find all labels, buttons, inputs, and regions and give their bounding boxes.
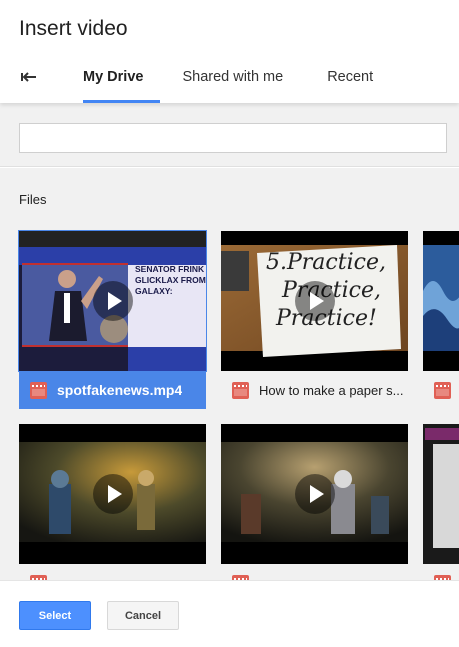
dialog-footer: Select Cancel xyxy=(0,580,459,647)
file-tile-lego-1[interactable] xyxy=(19,424,206,580)
file-tile-spotfakenews[interactable]: SENATOR FRINK GLICKLAX FROM GALAXY: spot… xyxy=(18,230,207,409)
tab-bar: My Drive Shared with me Recent xyxy=(66,58,390,103)
news-headline-text: SENATOR FRINK GLICKLAX FROM GALAXY: xyxy=(135,264,206,296)
video-thumbnail: SENATOR FRINK GLICKLAX FROM GALAXY: xyxy=(18,230,207,372)
waves-thumbnail-image xyxy=(423,231,459,371)
files-section-label: Files xyxy=(19,192,47,207)
dialog-header: Insert video My Drive Shared with me Rec… xyxy=(0,0,459,103)
video-file-icon xyxy=(232,381,249,399)
file-info xyxy=(423,564,459,580)
play-icon xyxy=(294,474,335,514)
video-thumbnail xyxy=(423,231,459,371)
select-button[interactable]: Select xyxy=(19,601,91,630)
tab-recent[interactable]: Recent xyxy=(300,58,390,103)
video-file-icon xyxy=(30,381,47,399)
video-thumbnail xyxy=(221,424,408,564)
search-input[interactable] xyxy=(19,123,447,153)
file-browser[interactable]: Files SENATOR FRINK GLICKLAX FROM GALAXY… xyxy=(0,168,459,580)
play-icon xyxy=(294,281,335,321)
paper-line: 5.Practice, xyxy=(266,250,386,275)
file-tile-partial[interactable] xyxy=(423,424,459,580)
file-info: How to make a paper s... xyxy=(221,371,408,409)
tab-shared-with-me[interactable]: Shared with me xyxy=(160,58,300,103)
file-info xyxy=(19,564,206,580)
file-info: spotfakenews.mp4 xyxy=(19,371,206,409)
file-info xyxy=(221,564,408,580)
video-file-icon xyxy=(434,381,451,399)
dialog-title: Insert video xyxy=(19,17,128,40)
cancel-button[interactable]: Cancel xyxy=(107,601,179,630)
file-tile-partial[interactable] xyxy=(423,231,459,409)
screen-thumbnail-image xyxy=(423,424,459,564)
tab-my-drive[interactable]: My Drive xyxy=(66,58,161,103)
back-arrow-icon xyxy=(21,72,36,82)
play-icon xyxy=(92,281,133,321)
back-button[interactable] xyxy=(18,66,42,88)
file-name: How to make a paper s... xyxy=(259,382,404,398)
file-info xyxy=(423,371,459,409)
search-bar xyxy=(0,103,459,167)
file-tile-paper[interactable]: 5.Practice, Practice, Practice! How to m… xyxy=(221,231,408,409)
video-thumbnail xyxy=(423,424,459,564)
video-thumbnail xyxy=(19,424,206,564)
file-name: spotfakenews.mp4 xyxy=(57,382,183,398)
video-thumbnail: 5.Practice, Practice, Practice! xyxy=(221,231,408,371)
file-tile-lego-2[interactable] xyxy=(221,424,408,580)
play-icon xyxy=(92,474,133,514)
